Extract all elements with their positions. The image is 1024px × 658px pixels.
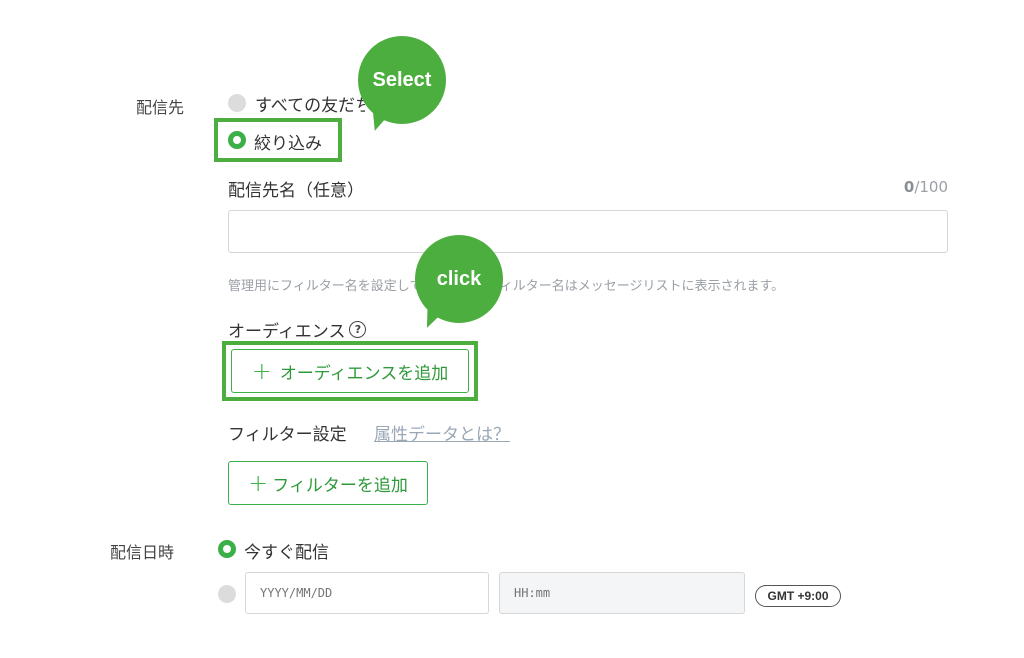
send-now-label[interactable]: 今すぐ配信 (244, 538, 329, 563)
highlight-add-audience (222, 341, 478, 401)
attribute-data-link[interactable]: 属性データとは？ (374, 420, 510, 445)
counter-current: 0 (903, 178, 915, 196)
time-input[interactable] (499, 572, 745, 614)
recipient-name-label: 配信先名（任意） (228, 181, 364, 201)
click-bubble: click (415, 235, 503, 323)
counter-max: /100 (914, 178, 948, 196)
plus-icon: + (248, 469, 269, 497)
timezone-badge: GMT +9:00 (755, 585, 841, 607)
recipient-name-input[interactable] (228, 210, 948, 253)
option-all-friends-label[interactable]: すべての友だち (255, 91, 365, 116)
filter-settings-label: フィルター設定 (228, 425, 347, 445)
radio-scheduled[interactable] (218, 585, 236, 603)
highlight-narrow-down (214, 118, 342, 162)
add-filter-label: フィルターを追加 (272, 475, 408, 496)
audience-label-text: オーディエンス (228, 322, 346, 342)
recipient-name-hint: 管理用にフィルター名を設定してください。フィルター名はメッセージリストに表示され… (228, 279, 785, 294)
radio-all-friends[interactable] (228, 94, 246, 112)
delivery-time-label: 配信日時 (110, 543, 175, 562)
select-bubble: Select (358, 36, 446, 124)
recipient-name-counter: 0/100 (890, 178, 948, 196)
question-circle-icon[interactable]: ? (349, 321, 367, 338)
date-input[interactable] (245, 572, 489, 614)
delivery-target-label: 配信先 (136, 98, 185, 117)
add-filter-button[interactable]: + フィルターを追加 (228, 461, 428, 505)
radio-send-now[interactable] (218, 540, 236, 558)
audience-label: オーディエンス ? (228, 317, 367, 342)
